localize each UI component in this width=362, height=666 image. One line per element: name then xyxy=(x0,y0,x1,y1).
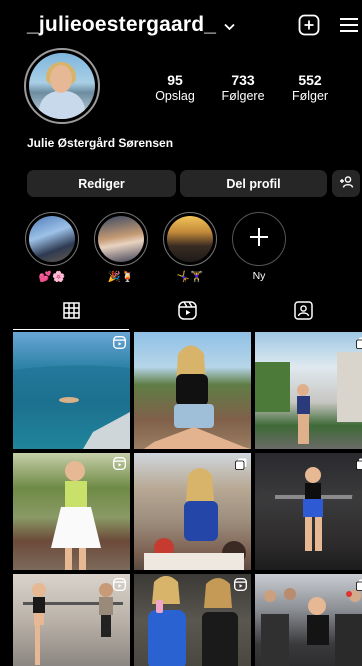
highlight-label: 🎉🍹 xyxy=(107,271,135,283)
tagged-person-icon xyxy=(293,301,313,325)
post-thumbnail[interactable] xyxy=(134,332,251,449)
stat-following[interactable]: 552 Følger xyxy=(285,72,335,103)
post-thumbnail[interactable] xyxy=(255,574,362,666)
grid-icon xyxy=(62,301,80,324)
highlight-cover xyxy=(167,216,213,262)
multi-post-icon xyxy=(356,578,362,596)
highlight-label: 💕🌸 xyxy=(38,271,66,283)
post-thumbnail[interactable] xyxy=(13,332,130,449)
following-count: 552 xyxy=(298,72,322,88)
post-thumbnail[interactable] xyxy=(134,453,251,570)
profile-header: _julieoestergaard_ xyxy=(0,0,362,52)
profile-tabs xyxy=(13,296,362,331)
stat-followers[interactable]: 733 Følgere xyxy=(213,72,273,103)
username-switcher[interactable]: _julieoestergaard_ xyxy=(27,13,235,37)
edit-profile-button[interactable]: Rediger xyxy=(27,170,176,197)
multi-post-icon xyxy=(356,457,362,475)
highlight-item[interactable]: 🎉🍹 xyxy=(94,212,148,283)
chevron-down-icon xyxy=(224,13,235,37)
highlight-item[interactable]: 💕🌸 xyxy=(25,212,79,283)
profile-avatar[interactable] xyxy=(24,48,100,124)
add-person-button[interactable] xyxy=(332,170,360,197)
plus-square-icon[interactable] xyxy=(298,14,320,36)
highlight-cover xyxy=(29,216,75,262)
followers-count: 733 xyxy=(231,72,255,88)
post-thumbnail[interactable] xyxy=(255,332,362,449)
tab-grid[interactable] xyxy=(13,296,129,330)
posts-label: Opslag xyxy=(155,89,195,103)
posts-grid xyxy=(13,332,362,666)
posts-count: 95 xyxy=(167,72,183,88)
reel-badge-icon xyxy=(113,336,126,354)
highlight-item[interactable]: 🤸‍♀️🏋️‍♀️ xyxy=(163,212,217,283)
share-profile-button[interactable]: Del profil xyxy=(180,170,327,197)
tab-tagged[interactable] xyxy=(245,296,361,330)
highlight-cover xyxy=(98,216,144,262)
followers-label: Følgere xyxy=(221,89,265,103)
plus-icon xyxy=(248,226,270,253)
reel-badge-icon xyxy=(234,578,247,596)
new-highlight-button[interactable]: Ny xyxy=(232,212,286,282)
hamburger-menu-icon[interactable] xyxy=(338,14,360,36)
post-thumbnail[interactable] xyxy=(255,453,362,570)
reel-badge-icon xyxy=(113,578,126,596)
post-thumbnail[interactable] xyxy=(13,574,130,666)
post-thumbnail[interactable] xyxy=(134,574,251,666)
stat-posts[interactable]: 95 Opslag xyxy=(150,72,200,103)
multi-post-icon xyxy=(235,457,247,475)
following-label: Følger xyxy=(291,89,329,103)
multi-post-icon xyxy=(356,336,362,354)
reels-icon xyxy=(177,301,197,325)
highlight-label: 🤸‍♀️🏋️‍♀️ xyxy=(176,271,204,283)
add-person-icon xyxy=(339,176,354,191)
avatar-image xyxy=(29,53,95,119)
new-highlight-label: Ny xyxy=(252,270,266,282)
profile-full-name: Julie Østergård Sørensen xyxy=(27,136,174,150)
tab-reels[interactable] xyxy=(129,296,245,330)
reel-badge-icon xyxy=(113,457,126,475)
post-thumbnail[interactable] xyxy=(13,453,130,570)
username: _julieoestergaard_ xyxy=(27,13,217,36)
